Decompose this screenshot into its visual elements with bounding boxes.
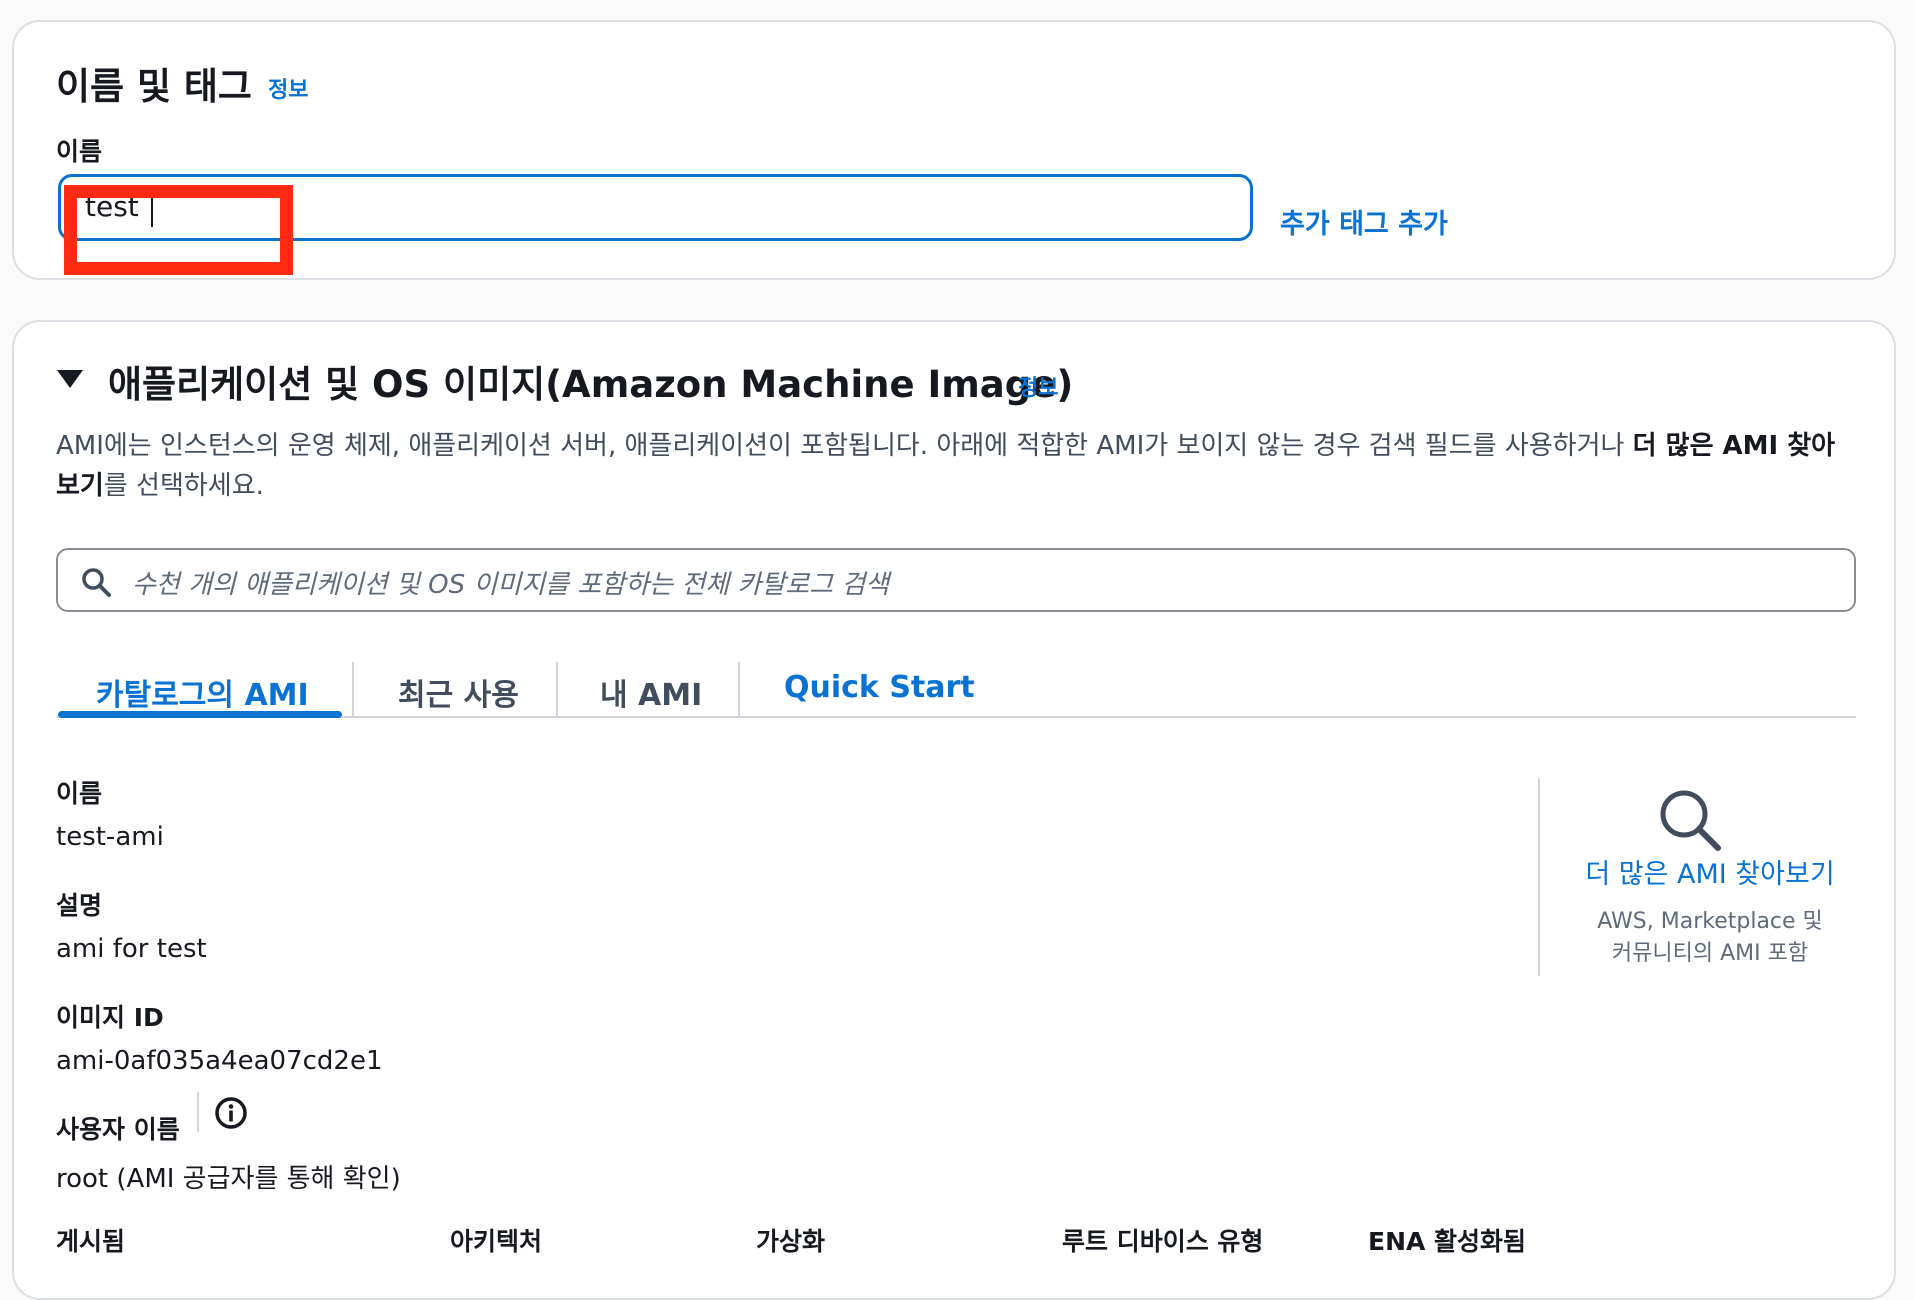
image-id-value: ami-0af035a4ea07cd2e1 bbox=[56, 1046, 383, 1076]
tab-catalog-ami[interactable]: 카탈로그의 AMI bbox=[96, 670, 309, 714]
browse-more-sub-line-1: AWS, Marketplace 및 bbox=[1597, 909, 1823, 934]
column-virtualization: 가상화 bbox=[756, 1227, 826, 1256]
name-input[interactable]: test bbox=[58, 174, 1253, 241]
ami-title: 애플리케이션 및 OS 이미지(Amazon Machine Image) bbox=[108, 363, 1074, 406]
magnifier-icon bbox=[1660, 790, 1721, 851]
tab-my-ami[interactable]: 내 AMI bbox=[600, 670, 702, 714]
name-label: 이름 bbox=[56, 137, 103, 166]
column-root-device-type: 루트 디바이스 유형 bbox=[1062, 1227, 1264, 1256]
ami-info-link[interactable]: 정보 bbox=[1018, 370, 1058, 402]
name-tags-info-link[interactable]: 정보 bbox=[268, 72, 308, 104]
desc-text-1: AMI에는 인스턴스의 운영 체제, 애플리케이션 서버, 애플리케이션이 포함… bbox=[56, 431, 1633, 461]
name-tags-title: 이름 및 태그 bbox=[56, 65, 252, 108]
image-id-label: 이미지 ID bbox=[56, 1003, 164, 1032]
browse-more-ami-link[interactable]: 더 많은 AMI 찾아보기 bbox=[1570, 852, 1850, 891]
tab-quick-start[interactable]: Quick Start bbox=[784, 670, 975, 705]
text-caret bbox=[151, 189, 153, 227]
ami-panel: 애플리케이션 및 OS 이미지(Amazon Machine Image) 정보… bbox=[12, 320, 1896, 1300]
column-published: 게시됨 bbox=[56, 1227, 126, 1256]
search-icon bbox=[82, 568, 111, 597]
tab-divider bbox=[556, 662, 558, 718]
ami-description-label: 설명 bbox=[56, 891, 103, 920]
ami-description: AMI에는 인스턴스의 운영 체제, 애플리케이션 서버, 애플리케이션이 포함… bbox=[56, 426, 1856, 506]
label-divider bbox=[197, 1092, 199, 1132]
username-value: root (AMI 공급자를 통해 확인) bbox=[56, 1164, 401, 1194]
column-architecture: 아키텍처 bbox=[450, 1227, 543, 1256]
desc-text-2: 를 선택하세요. bbox=[103, 471, 264, 501]
ami-search-input[interactable]: 수천 개의 애플리케이션 및 OS 이미지를 포함하는 전체 카탈로그 검색 bbox=[56, 548, 1856, 612]
username-label: 사용자 이름 bbox=[56, 1115, 180, 1144]
browse-more-subtext: AWS, Marketplace 및 커뮤니티의 AMI 포함 bbox=[1570, 906, 1850, 970]
tab-divider bbox=[738, 662, 740, 718]
ami-description-value: ami for test bbox=[56, 934, 207, 964]
ami-tabs: 카탈로그의 AMI 최근 사용 내 AMI Quick Start bbox=[56, 648, 1856, 718]
name-input-value: test bbox=[85, 190, 139, 223]
ami-name-label: 이름 bbox=[56, 779, 103, 808]
tab-divider bbox=[352, 662, 354, 718]
column-ena-enabled: ENA 활성화됨 bbox=[1368, 1227, 1527, 1256]
search-placeholder: 수천 개의 애플리케이션 및 OS 이미지를 포함하는 전체 카탈로그 검색 bbox=[132, 570, 890, 600]
ami-name-value: test-ami bbox=[56, 822, 164, 852]
add-tag-link[interactable]: 추가 태그 추가 bbox=[1280, 202, 1448, 241]
name-tags-panel: 이름 및 태그 정보 이름 test 추가 태그 추가 bbox=[12, 20, 1896, 280]
active-tab-indicator bbox=[58, 711, 342, 718]
side-divider bbox=[1538, 778, 1540, 976]
browse-more-sub-line-2: 커뮤니티의 AMI 포함 bbox=[1611, 941, 1809, 966]
caret-down-icon[interactable] bbox=[57, 370, 83, 388]
tab-recent[interactable]: 최근 사용 bbox=[398, 670, 519, 714]
info-icon[interactable] bbox=[214, 1096, 248, 1130]
